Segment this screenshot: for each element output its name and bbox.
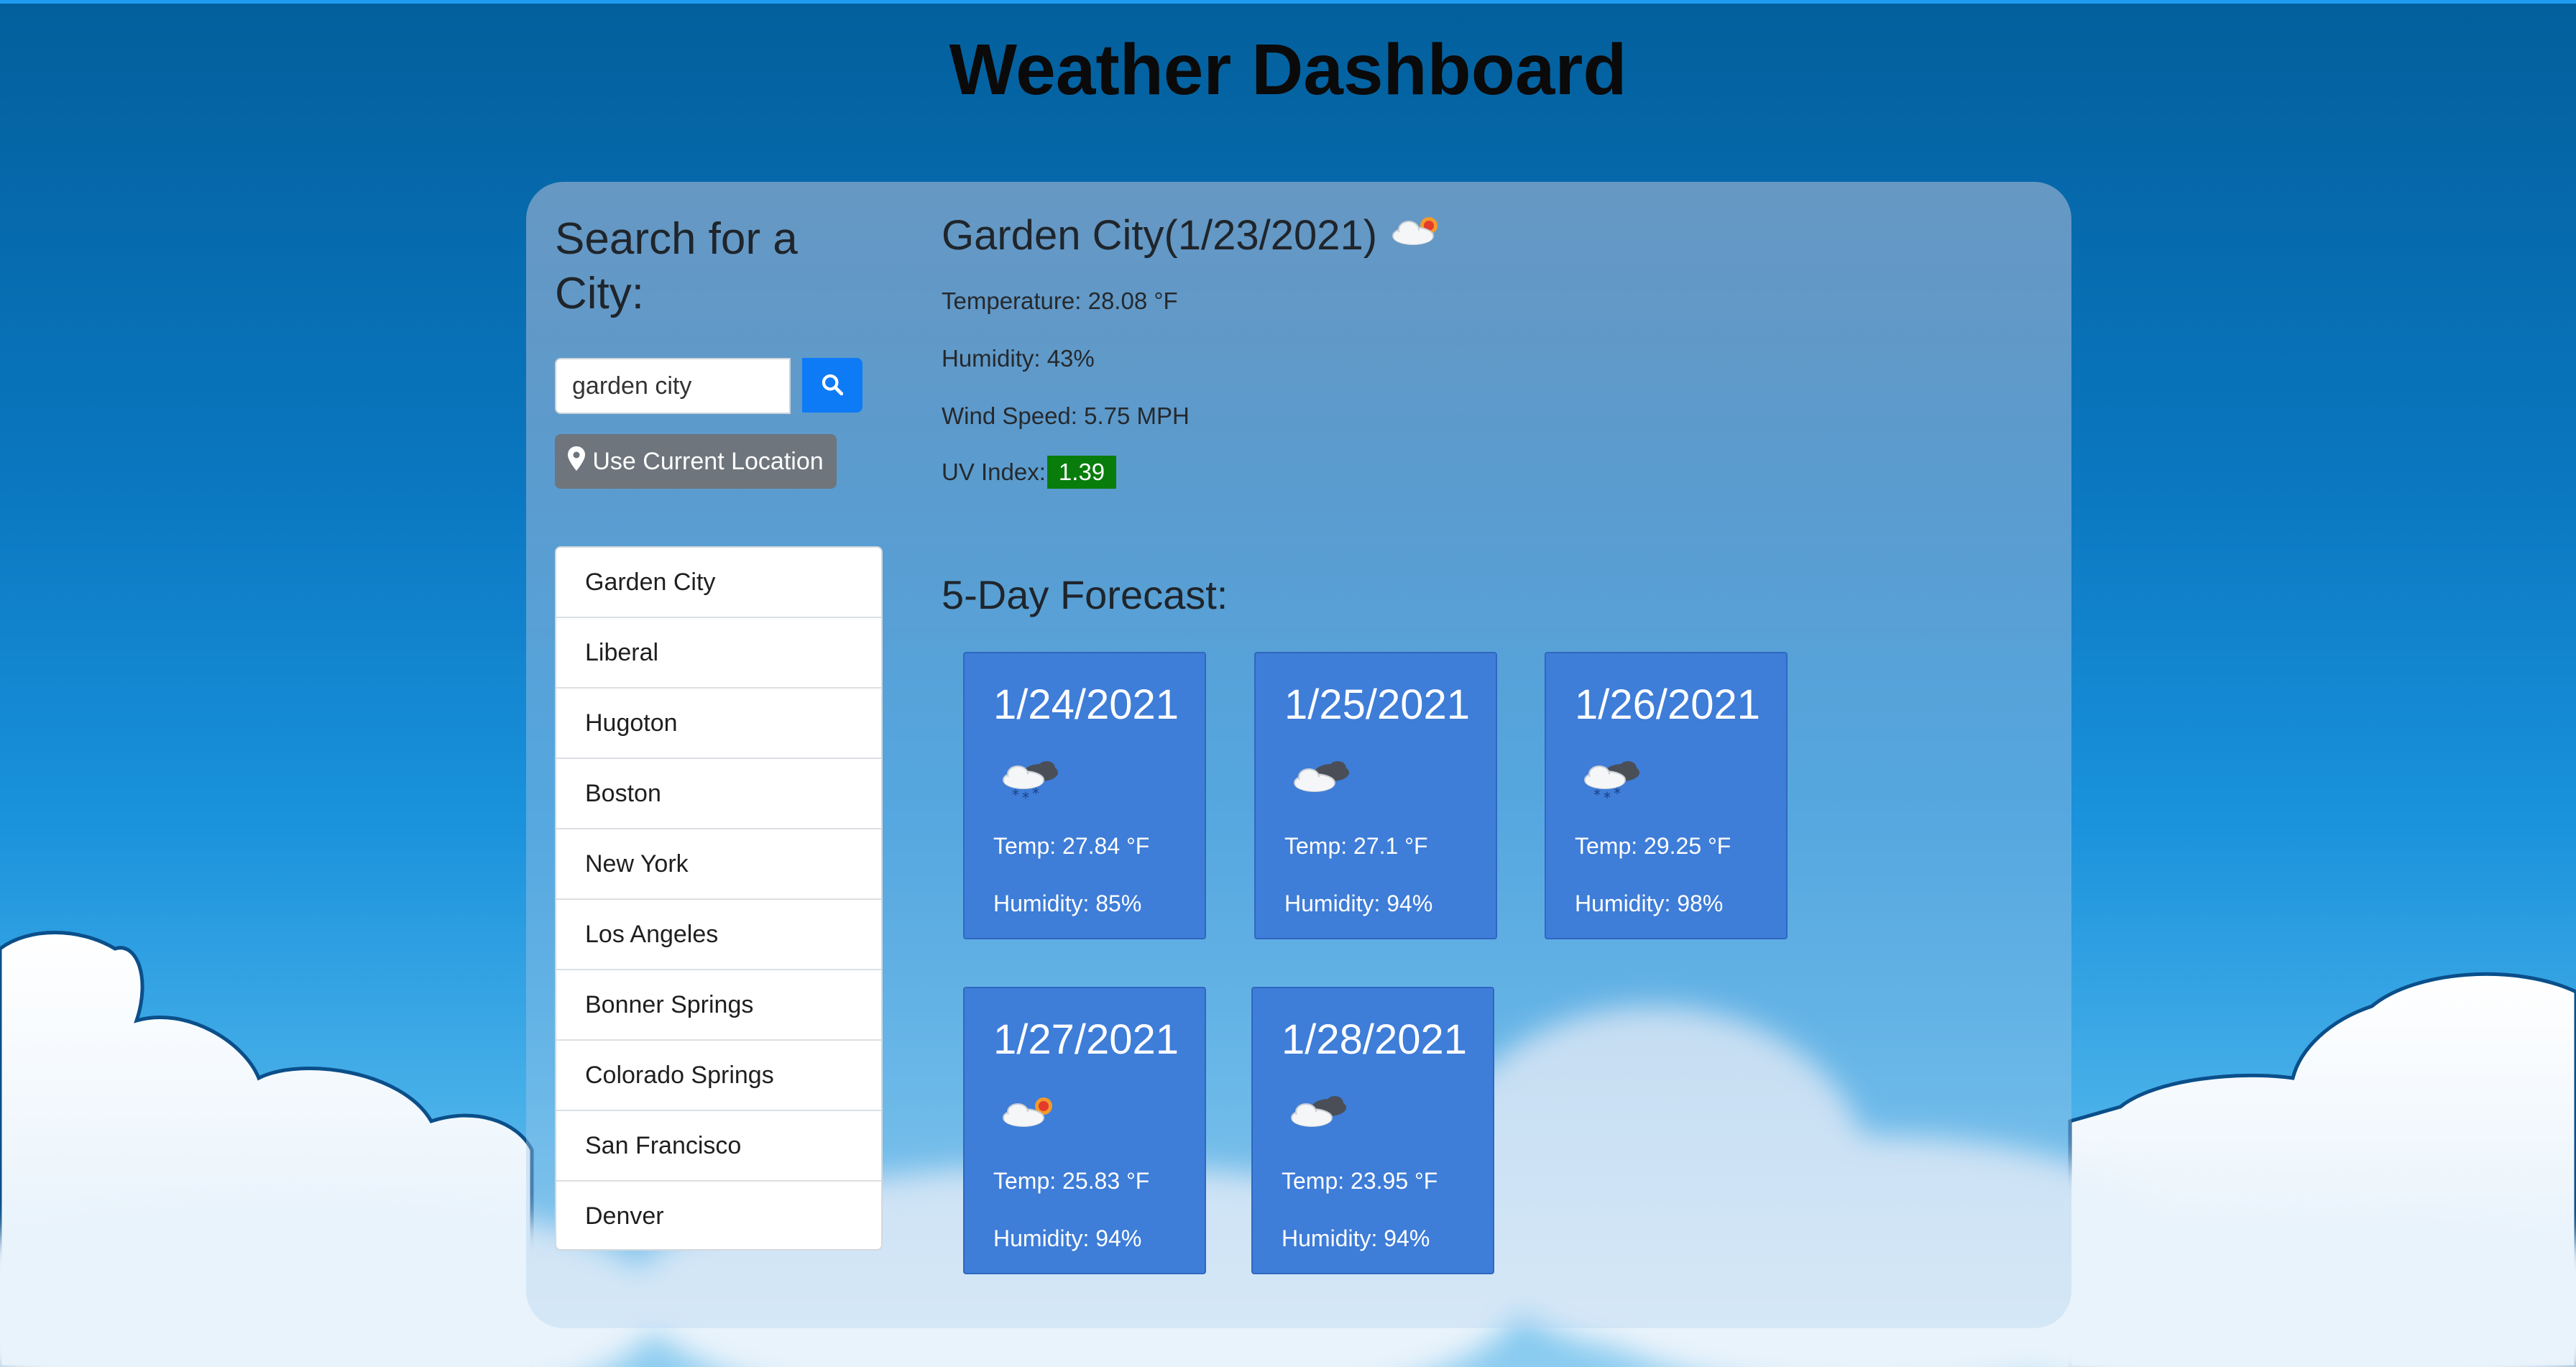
- page-title: Weather Dashboard: [949, 29, 1627, 110]
- history-item[interactable]: Bonner Springs: [556, 970, 881, 1041]
- forecast-card: 1/28/2021 Temp: 23.95 °F Humidity: 94%: [1251, 987, 1494, 1274]
- forecast-humidity: Humidity: 94%: [1284, 890, 1433, 916]
- forecast-temp: Temp: 23.95 °F: [1282, 1168, 1438, 1194]
- search-heading: Search for a City:: [555, 214, 798, 318]
- forecast-date: 1/26/2021: [1575, 681, 1761, 728]
- search-button[interactable]: [802, 358, 862, 413]
- forecast-temp: Temp: 25.83 °F: [993, 1168, 1150, 1194]
- forecast-temp: Temp: 27.84 °F: [993, 833, 1150, 859]
- svg-text:*: *: [1593, 786, 1601, 804]
- history-item[interactable]: Boston: [556, 759, 881, 829]
- history-item[interactable]: Los Angeles: [556, 900, 881, 970]
- search-icon: [820, 372, 845, 399]
- history-item[interactable]: Denver: [556, 1182, 881, 1249]
- forecast-card: 1/27/2021 Temp: 25.83 °F Humidity: 94%: [963, 987, 1206, 1274]
- history-item[interactable]: Garden City: [556, 548, 881, 618]
- current-uv: UV Index: 1.39: [942, 456, 1117, 489]
- history-item[interactable]: Liberal: [556, 618, 881, 689]
- search-history-list: Garden City Liberal Hugoton Boston New Y…: [555, 546, 883, 1251]
- svg-text:*: *: [1614, 785, 1621, 802]
- city-search-input[interactable]: [555, 358, 791, 414]
- current-city-date: Garden City(1/23/2021): [942, 211, 1378, 259]
- history-item[interactable]: New York: [556, 829, 881, 900]
- few-clouds-day-icon: [996, 1089, 1068, 1143]
- broken-clouds-icon: [1287, 754, 1359, 808]
- forecast-card: 1/24/2021 * * * Temp: 27.84 °F Humidity:…: [963, 652, 1206, 939]
- history-item[interactable]: Colorado Springs: [556, 1041, 881, 1111]
- broken-clouds-icon: [1284, 1089, 1356, 1143]
- svg-text:*: *: [1022, 789, 1029, 804]
- forecast-date: 1/27/2021: [993, 1016, 1179, 1063]
- history-item[interactable]: San Francisco: [556, 1111, 881, 1182]
- svg-text:*: *: [1012, 786, 1019, 804]
- forecast-humidity: Humidity: 94%: [993, 1225, 1142, 1251]
- uv-index-badge: 1.39: [1046, 456, 1117, 489]
- forecast-temp: Temp: 29.25 °F: [1575, 833, 1731, 859]
- current-temperature: Temperature: 28.08 °F: [942, 287, 1178, 314]
- use-current-location-button[interactable]: Use Current Location: [555, 434, 837, 489]
- svg-text:*: *: [1604, 789, 1611, 804]
- forecast-date: 1/25/2021: [1284, 681, 1471, 728]
- history-item[interactable]: Hugoton: [556, 689, 881, 759]
- forecast-heading: 5-Day Forecast:: [942, 572, 1228, 617]
- forecast-humidity: Humidity: 98%: [1575, 890, 1724, 916]
- forecast-humidity: Humidity: 94%: [1282, 1225, 1430, 1251]
- forecast-date: 1/28/2021: [1282, 1016, 1468, 1063]
- few-clouds-day-icon: [1387, 208, 1448, 262]
- map-marker-icon: [568, 446, 586, 477]
- current-weather-heading: Garden City(1/23/2021): [942, 208, 1448, 262]
- current-wind-speed: Wind Speed: 5.75 MPH: [942, 402, 1190, 429]
- uv-label: UV Index:: [942, 459, 1046, 485]
- forecast-date: 1/24/2021: [993, 681, 1179, 728]
- forecast-temp: Temp: 27.1 °F: [1284, 833, 1428, 859]
- current-humidity: Humidity: 43%: [942, 345, 1095, 372]
- svg-text:*: *: [1032, 785, 1039, 802]
- forecast-humidity: Humidity: 85%: [993, 890, 1142, 916]
- snow-icon: * * *: [996, 754, 1068, 808]
- forecast-card: 1/25/2021 Temp: 27.1 °F Humidity: 94%: [1254, 652, 1497, 939]
- use-current-location-label: Use Current Location: [592, 447, 824, 475]
- snow-icon: * * *: [1578, 754, 1650, 808]
- forecast-card: 1/26/2021 * * * Temp: 29.25 °F Humidity:…: [1545, 652, 1788, 939]
